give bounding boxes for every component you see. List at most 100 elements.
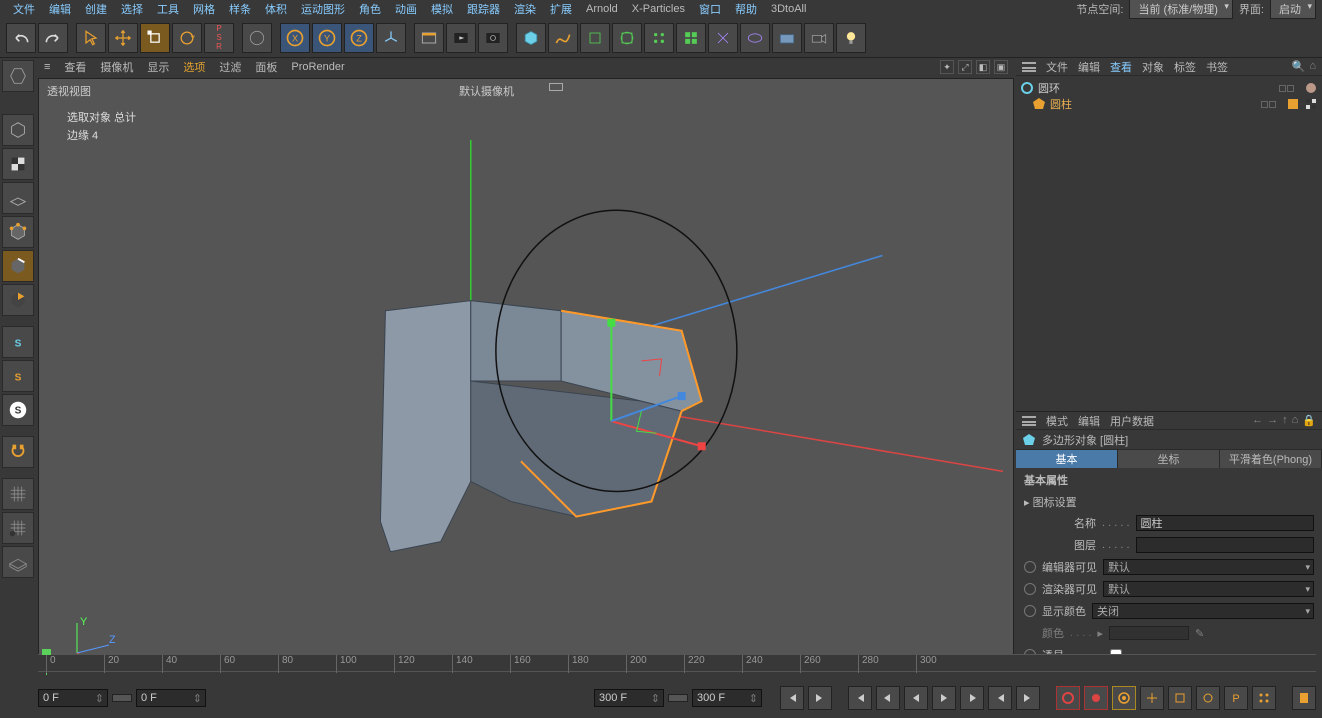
visibility-dots[interactable] — [1279, 85, 1294, 92]
key-rot-button[interactable] — [1196, 686, 1220, 710]
viewport-burger-icon[interactable]: ≡ — [44, 61, 50, 73]
om-tab-bookmark[interactable]: 书签 — [1206, 59, 1228, 75]
add-field[interactable] — [708, 23, 738, 53]
select-tool[interactable] — [76, 23, 106, 53]
viewport-solo[interactable] — [242, 23, 272, 53]
menu-character[interactable]: 角色 — [352, 1, 388, 17]
menu-simulate[interactable]: 模拟 — [424, 1, 460, 17]
range-slider-end[interactable] — [668, 694, 688, 702]
vp-panel[interactable]: 面板 — [255, 59, 277, 75]
menu-mesh[interactable]: 网格 — [186, 1, 222, 17]
autokey-button[interactable] — [1084, 686, 1108, 710]
range-a-field[interactable]: 0 F — [136, 689, 206, 707]
coord-system[interactable] — [376, 23, 406, 53]
radio-dispcolor[interactable] — [1024, 605, 1036, 617]
layer-field[interactable] — [1136, 537, 1314, 553]
add-light[interactable] — [836, 23, 866, 53]
menu-animate[interactable]: 动画 — [388, 1, 424, 17]
rotate-tool[interactable] — [172, 23, 202, 53]
menu-window[interactable]: 窗口 — [692, 1, 728, 17]
menu-create[interactable]: 创建 — [78, 1, 114, 17]
add-generator[interactable] — [580, 23, 610, 53]
om-tab-object[interactable]: 对象 — [1142, 59, 1164, 75]
nav-back-icon[interactable]: ← — [1252, 414, 1263, 427]
visibility-dots[interactable] — [1261, 101, 1276, 108]
timeline-ruler[interactable]: 0204060801001201401601802002202402602803… — [38, 654, 1316, 672]
z-axis-lock[interactable]: Z — [344, 23, 374, 53]
play-back-button[interactable] — [904, 686, 928, 710]
add-spline[interactable] — [548, 23, 578, 53]
render-visibility-select[interactable]: 默认 — [1103, 581, 1314, 597]
menu-spline[interactable]: 样条 — [222, 1, 258, 17]
key-pos-button[interactable] — [1140, 686, 1164, 710]
color-picker-icon[interactable]: ✎ — [1195, 627, 1204, 640]
nav-up-icon[interactable]: ↑ — [1282, 414, 1288, 427]
point-mode[interactable] — [2, 216, 34, 248]
burger-icon[interactable] — [1022, 416, 1036, 426]
vp-filter[interactable]: 过滤 — [219, 59, 241, 75]
move-tool[interactable] — [108, 23, 138, 53]
add-scene[interactable] — [772, 23, 802, 53]
nav-fwd-icon[interactable]: → — [1267, 414, 1278, 427]
workplane-tool[interactable] — [2, 436, 34, 468]
menu-render[interactable]: 渲染 — [507, 1, 543, 17]
menu-tools[interactable]: 工具 — [150, 1, 186, 17]
tab-phong[interactable]: 平滑着色(Phong) — [1220, 450, 1322, 468]
om-tab-file[interactable]: 文件 — [1046, 59, 1068, 75]
snap-toggle[interactable]: S — [2, 326, 34, 358]
home-icon[interactable]: ⌂ — [1292, 414, 1299, 427]
editor-visibility-select[interactable]: 默认 — [1103, 559, 1314, 575]
ui-layout-select[interactable]: 启动 — [1270, 0, 1316, 19]
make-editable[interactable] — [2, 60, 34, 92]
name-input[interactable] — [1136, 515, 1314, 531]
render-settings[interactable] — [414, 23, 444, 53]
vp-max-icon[interactable]: ▣ — [994, 60, 1008, 74]
om-tab-edit[interactable]: 编辑 — [1078, 59, 1100, 75]
undo-button[interactable] — [6, 23, 36, 53]
om-tab-view[interactable]: 查看 — [1110, 59, 1132, 75]
goto-end2-button[interactable] — [1016, 686, 1040, 710]
icon-settings-expand[interactable]: 图标设置 — [1016, 492, 1322, 512]
add-array[interactable] — [644, 23, 674, 53]
vp-prorender[interactable]: ProRender — [291, 61, 344, 73]
x-axis-lock[interactable]: X — [280, 23, 310, 53]
attr-tab-mode[interactable]: 模式 — [1046, 413, 1068, 429]
prev-frame-button[interactable] — [876, 686, 900, 710]
render-pv[interactable] — [478, 23, 508, 53]
home-icon[interactable]: ⌂ — [1309, 60, 1316, 73]
tree-row-torus[interactable]: 圆环 — [1020, 80, 1318, 96]
range-slider[interactable] — [112, 694, 132, 702]
uvw-tag-icon[interactable] — [1304, 97, 1318, 111]
vp-zoom-icon[interactable]: ◧ — [976, 60, 990, 74]
snap-3d[interactable]: S — [2, 394, 34, 426]
grid-1[interactable] — [2, 478, 34, 510]
tab-coord[interactable]: 坐标 — [1118, 450, 1220, 468]
y-axis-lock[interactable]: Y — [312, 23, 342, 53]
prev-key-button[interactable] — [848, 686, 872, 710]
vp-move-icon[interactable]: ⤢ — [958, 60, 972, 74]
vp-options[interactable]: 选项 — [183, 59, 205, 75]
menu-mograph[interactable]: 运动图形 — [294, 1, 352, 17]
node-space-select[interactable]: 当前 (标准/物理) — [1129, 0, 1232, 19]
menu-select[interactable]: 选择 — [114, 1, 150, 17]
key-pla-button[interactable] — [1252, 686, 1276, 710]
attr-tab-edit[interactable]: 编辑 — [1078, 413, 1100, 429]
polygon-mode[interactable] — [2, 284, 34, 316]
vp-nav-icon[interactable]: ✦ — [940, 60, 954, 74]
range-start-field[interactable]: 0 F — [38, 689, 108, 707]
menu-arnold[interactable]: Arnold — [579, 3, 625, 15]
range-b-field[interactable]: 300 F — [594, 689, 664, 707]
texture-mode[interactable] — [2, 148, 34, 180]
lock-icon[interactable]: 🔒 — [1302, 414, 1316, 427]
search-icon[interactable]: 🔍 — [1292, 60, 1306, 73]
goto-start-button[interactable] — [780, 686, 804, 710]
edge-mode[interactable] — [2, 250, 34, 282]
scale-tool[interactable] — [140, 23, 170, 53]
grid-3[interactable] — [2, 546, 34, 578]
marker-button[interactable] — [1292, 686, 1316, 710]
viewport-3d[interactable]: 透视视图 默认摄像机 选取对象 总计 边缘 4 — [38, 78, 1014, 680]
add-camera[interactable] — [804, 23, 834, 53]
menu-xparticles[interactable]: X-Particles — [625, 3, 692, 15]
tab-basic[interactable]: 基本 — [1016, 450, 1118, 468]
om-tab-tags[interactable]: 标签 — [1174, 59, 1196, 75]
